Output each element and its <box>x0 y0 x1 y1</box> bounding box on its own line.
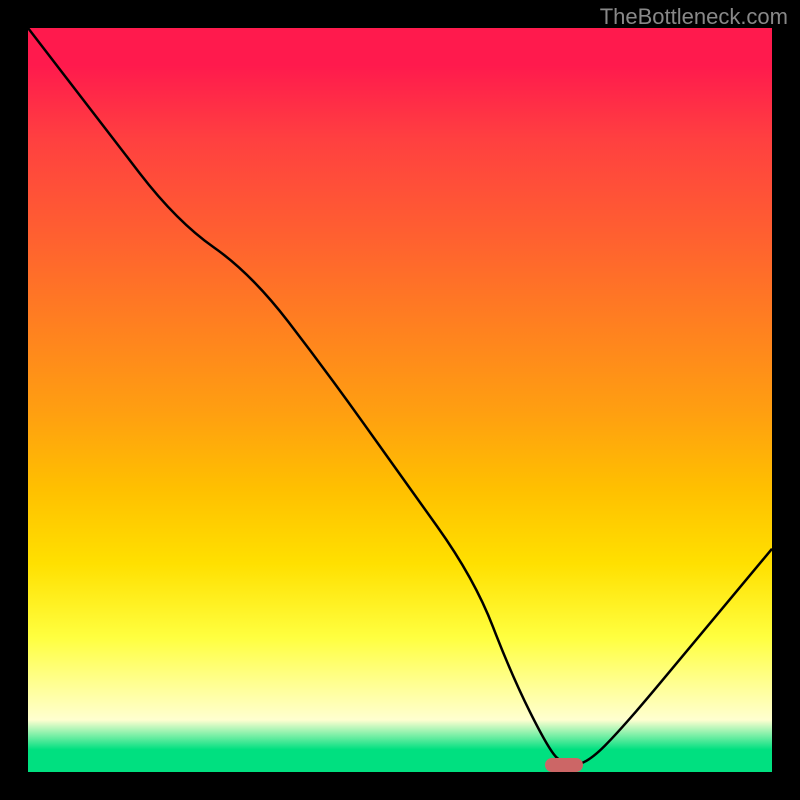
plot-area <box>28 28 772 772</box>
watermark-text: TheBottleneck.com <box>600 4 788 30</box>
optimal-marker <box>545 758 583 772</box>
bottleneck-curve <box>28 28 772 772</box>
